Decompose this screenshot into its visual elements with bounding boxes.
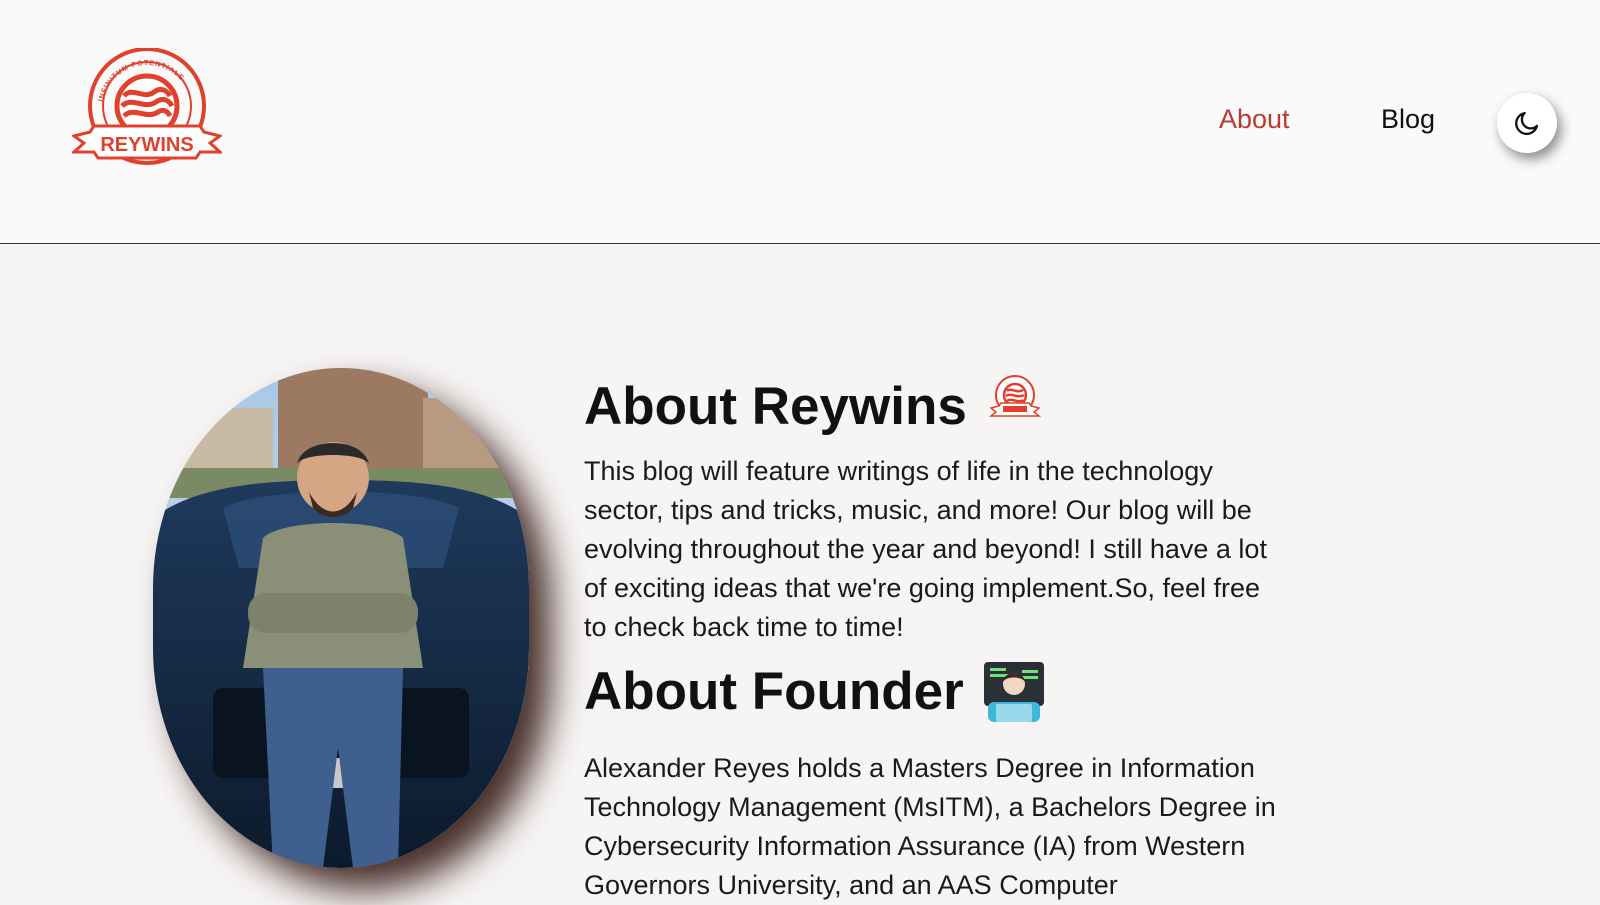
technologist-emoji-icon — [983, 662, 1044, 722]
theme-toggle-button[interactable] — [1497, 93, 1557, 153]
founder-photo-image — [153, 368, 529, 868]
about-founder-title: About Founder — [584, 661, 964, 721]
about-reywins-title: About Reywins — [584, 376, 967, 436]
svg-text:REYWINS: REYWINS — [100, 134, 193, 156]
about-reywins-heading: About Reywins — [584, 372, 1284, 442]
moon-icon — [1515, 111, 1539, 136]
reywins-badge-icon — [988, 375, 1041, 417]
nav-blog-link[interactable]: Blog — [1381, 104, 1435, 135]
reywins-logo-icon: INFINITUM POTENTIALE REYWINS — [70, 47, 224, 165]
site-header: INFINITUM POTENTIALE REYWINS About Blog — [0, 0, 1600, 244]
site-logo[interactable]: INFINITUM POTENTIALE REYWINS — [70, 47, 224, 170]
about-reywins-text: This blog will feature writings of life … — [584, 456, 1267, 642]
main-content: About Reywins This blog will feature wri… — [584, 372, 1284, 905]
nav-about-link[interactable]: About — [1219, 104, 1290, 135]
about-founder-text: Alexander Reyes holds a Masters Degree i… — [584, 753, 1276, 900]
about-founder-heading: About Founder — [584, 657, 1284, 727]
founder-photo — [153, 368, 529, 868]
